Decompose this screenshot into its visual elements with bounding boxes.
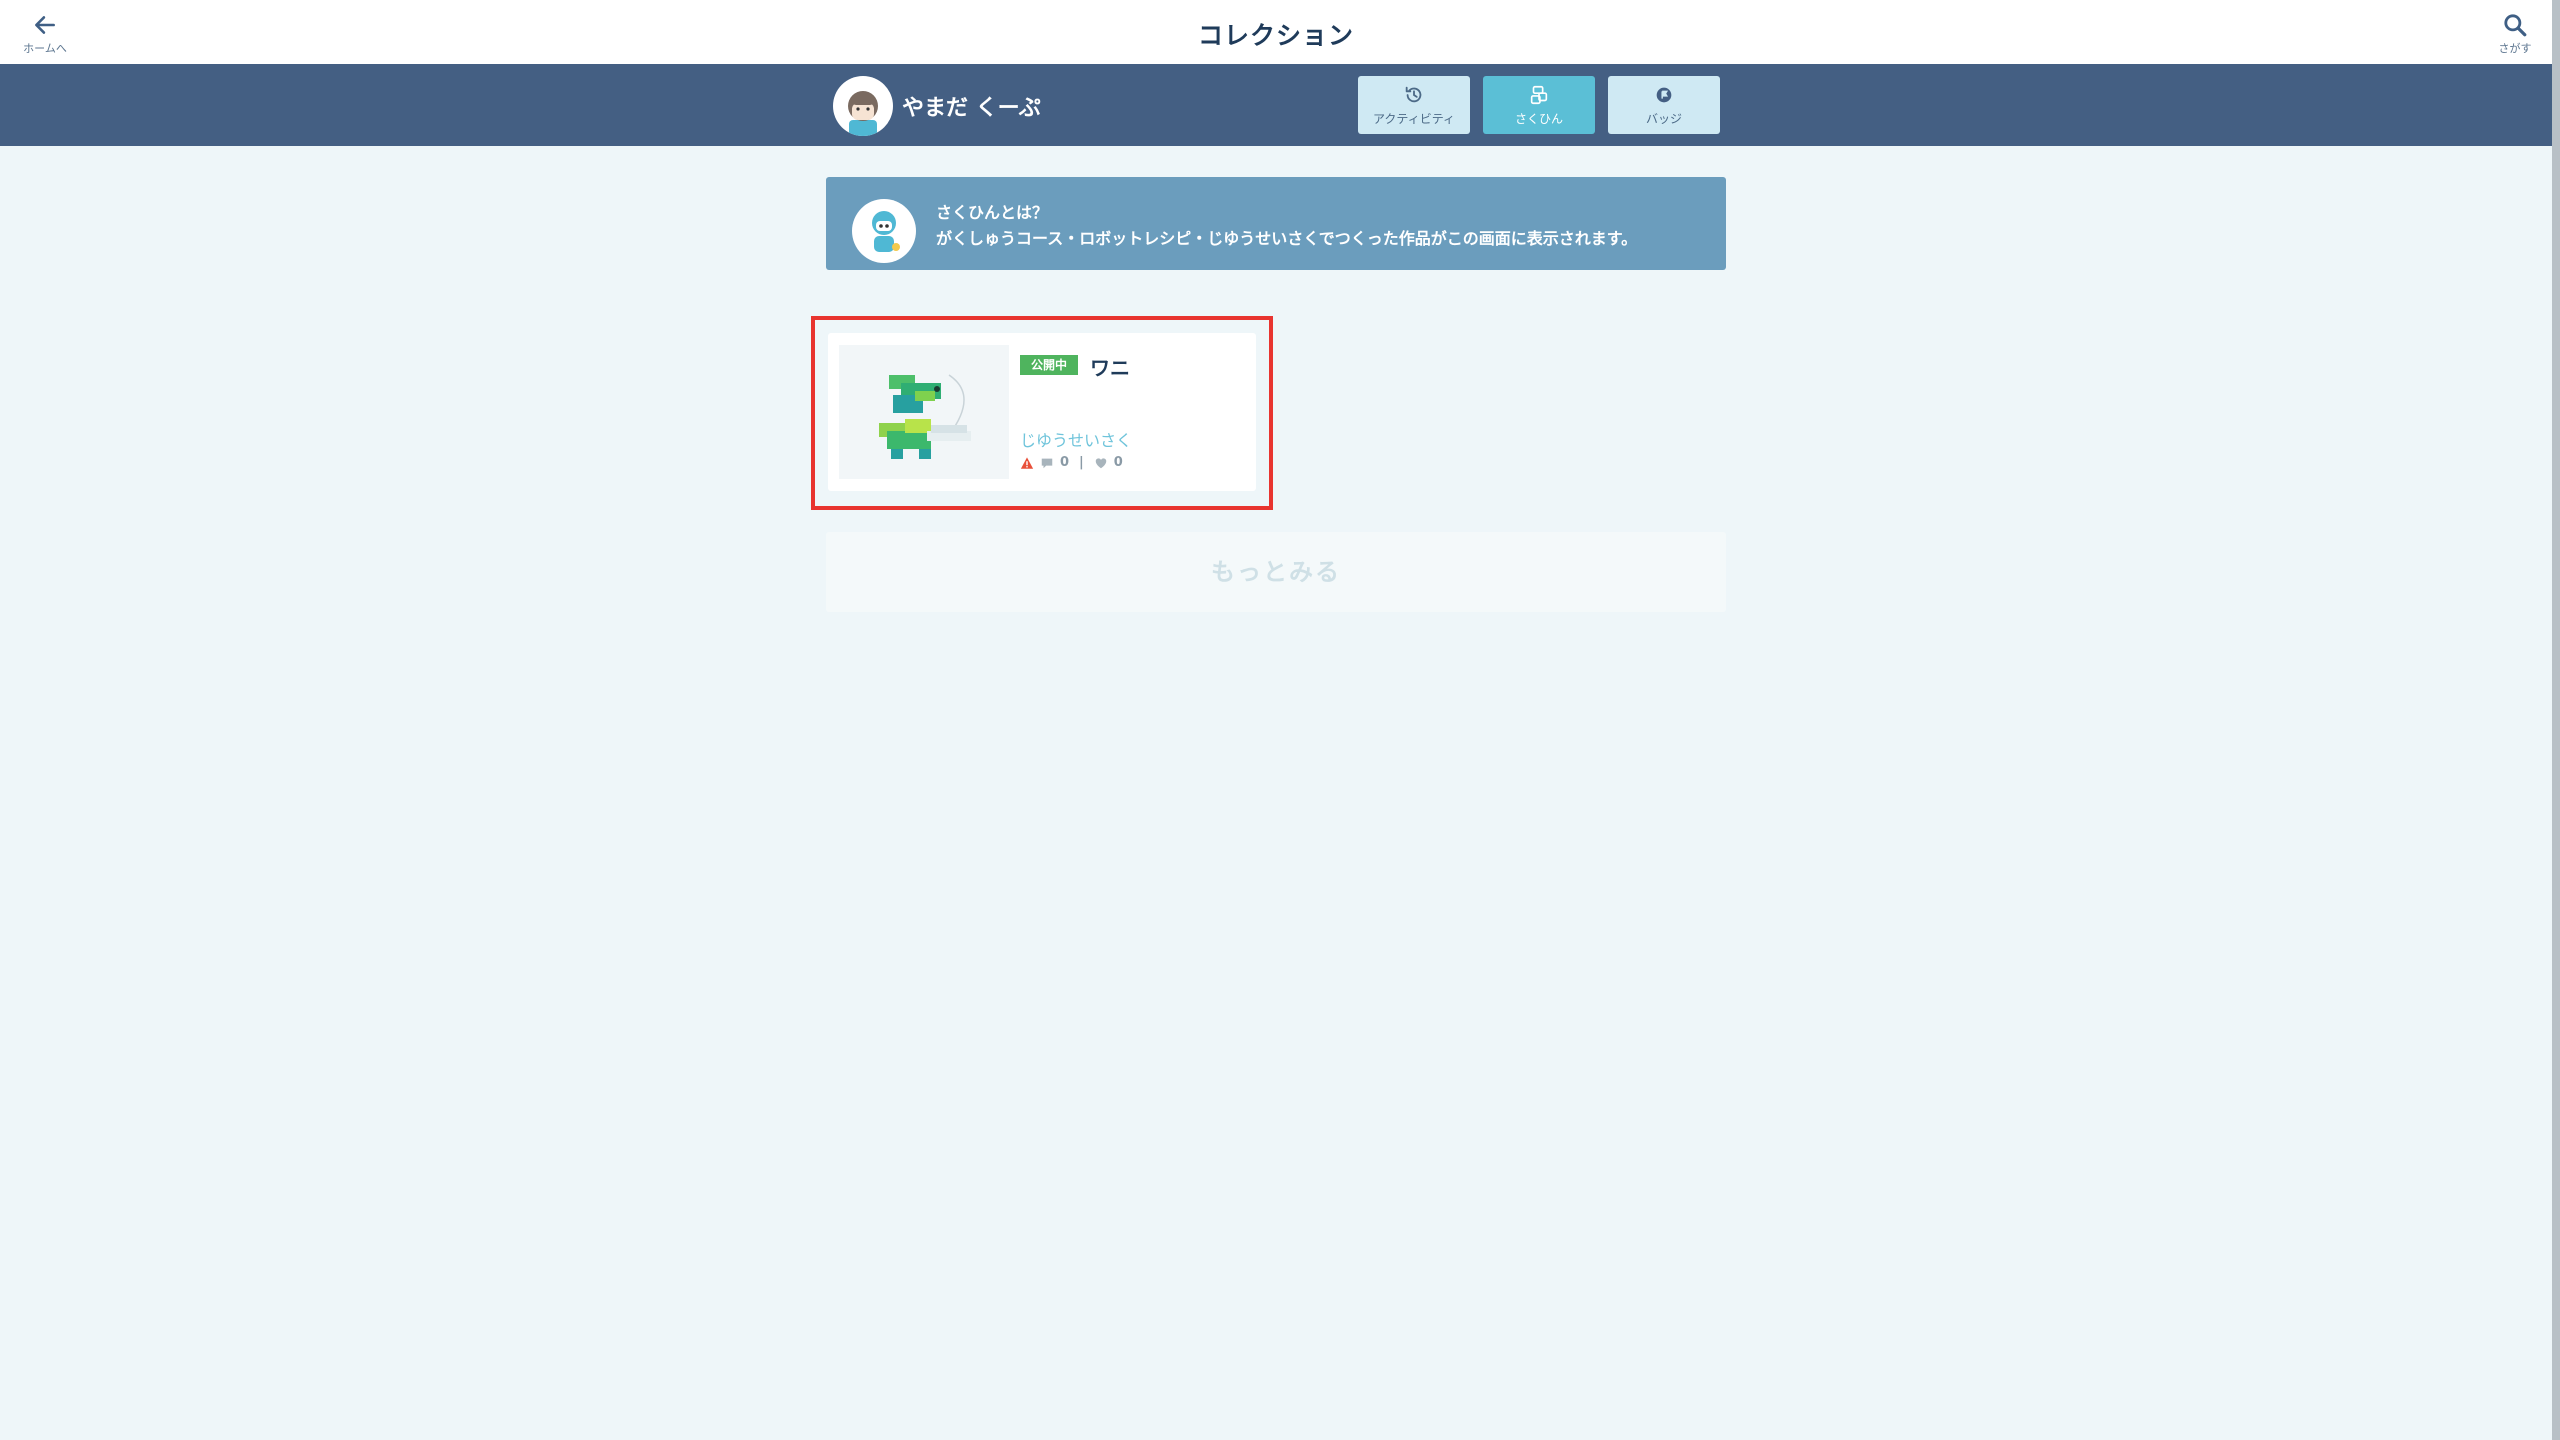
work-category: じゆうせいさく xyxy=(1020,431,1133,450)
avatar[interactable] xyxy=(833,76,893,136)
work-stats: 0 | 0 xyxy=(1020,455,1123,470)
work-thumbnail xyxy=(839,345,1009,479)
tab-activity-label: アクティビティ xyxy=(1373,111,1455,126)
comment-icon xyxy=(1041,458,1053,468)
user-name: やまだ くーぷ xyxy=(902,96,1041,121)
blocks-icon xyxy=(1530,85,1548,104)
work-card[interactable]: 公開中 ワニ じゆうせいさく 0 | 0 xyxy=(828,333,1256,491)
comment-count: 0 xyxy=(1060,455,1070,470)
heart-icon xyxy=(1095,457,1107,468)
info-banner: さくひんとは？ がくしゅうコース・ロボットレシピ・じゆうせいさくでつくった作品が… xyxy=(826,177,1726,270)
history-icon xyxy=(1405,86,1422,102)
info-text: がくしゅうコース・ロボットレシピ・じゆうせいさくでつくった作品がこの画面に表示さ… xyxy=(936,229,1638,248)
warning-icon xyxy=(1020,456,1034,469)
tab-works[interactable]: さくひん xyxy=(1483,76,1595,134)
tab-activity[interactable]: アクティビティ xyxy=(1358,76,1470,134)
search-icon xyxy=(2504,14,2527,37)
tab-badge-label: バッジ xyxy=(1645,111,1682,126)
child-avatar-icon xyxy=(848,91,878,136)
more-button[interactable]: もっとみる xyxy=(826,532,1726,612)
search-label: さがす xyxy=(2498,42,2532,55)
search-button[interactable]: さがす xyxy=(2480,12,2550,58)
scrollbar[interactable] xyxy=(2552,0,2560,1440)
like-count: 0 xyxy=(1113,455,1123,470)
profile-bar: やまだ くーぷ アクティビティ さくひん バッジ xyxy=(0,64,2552,146)
tab-works-label: さくひん xyxy=(1514,111,1563,126)
work-title: ワニ xyxy=(1090,356,1130,380)
top-bar: ホームへ コレクション さがす xyxy=(0,0,2552,64)
page-title: コレクション xyxy=(1197,21,1354,50)
mascot-avatar xyxy=(852,199,916,263)
crocodile-robot-image xyxy=(879,374,971,459)
stat-divider: | xyxy=(1079,455,1084,470)
info-title: さくひんとは？ xyxy=(936,203,1049,222)
status-badge: 公開中 xyxy=(1020,355,1078,375)
tab-badge[interactable]: バッジ xyxy=(1608,76,1720,134)
mascot-icon xyxy=(872,211,900,252)
badge-icon xyxy=(1656,87,1672,102)
